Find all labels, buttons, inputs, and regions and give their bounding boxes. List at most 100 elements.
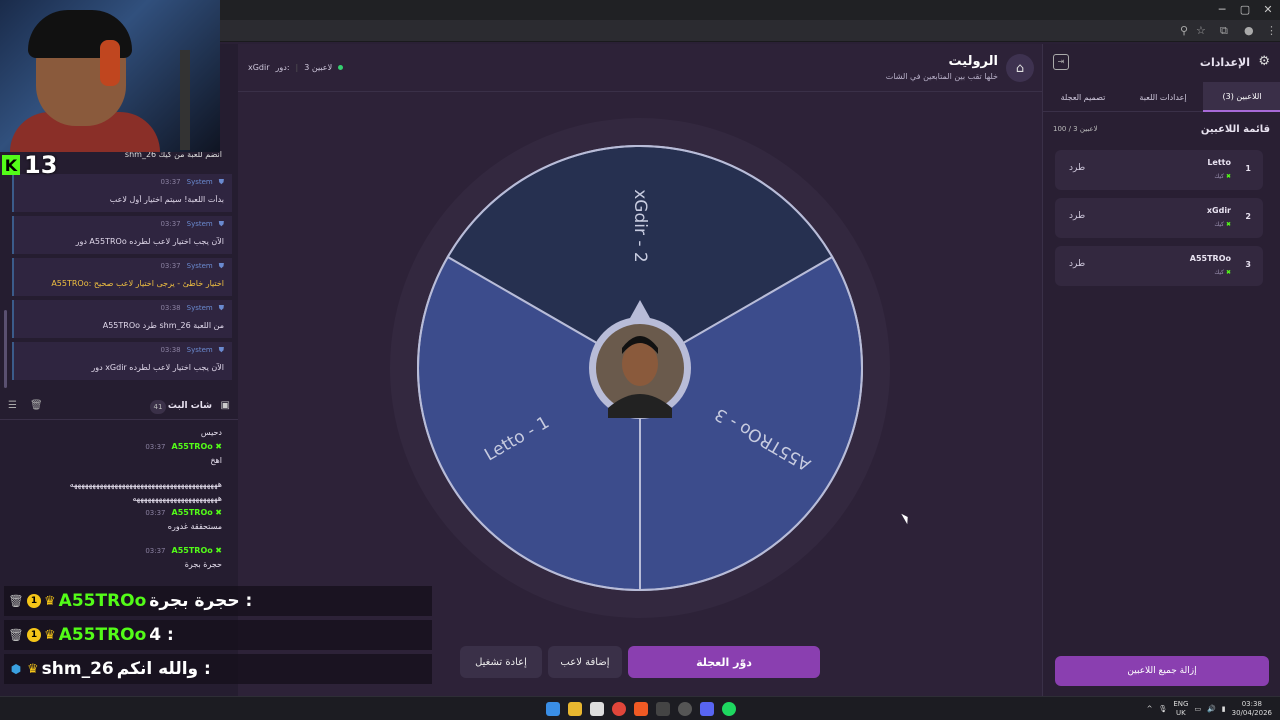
discord-icon[interactable] [700, 702, 714, 716]
chat-message-header: 03:37 A55TROo ✖ [145, 442, 222, 451]
gear-icon: ⚙ [1258, 54, 1270, 69]
chat-title: شات البث [167, 401, 212, 411]
platform-label: كيك [1214, 269, 1225, 276]
player-row: 2 xGdir كيك ✖ طرد [1055, 198, 1263, 238]
player-number: 3 [1245, 260, 1251, 269]
windows-taskbar: ^ 🎙 ENG UK ▭ 🔊 ▮ 03:38 30/04/2026 [0, 696, 1280, 720]
player-row: 3 A55TROo كيك ✖ طرد [1055, 246, 1263, 286]
filter-icon[interactable]: ☰ [8, 400, 17, 411]
github-icon[interactable] [678, 702, 692, 716]
overlay-message: حجرة بجرة : [149, 591, 253, 611]
players-list-title: قائمة اللاعبين [1200, 124, 1270, 135]
file-explorer-icon[interactable] [568, 702, 582, 716]
kick-badge-icon: ✖ [1225, 221, 1231, 228]
battery-icon[interactable]: ▮ [1222, 705, 1226, 713]
message-text: بدأت اللعبة! سيتم اختيار أول لاعب [109, 195, 224, 204]
message-author: System [186, 346, 213, 354]
kick-player-button[interactable]: طرد [1069, 163, 1085, 173]
close-window-button[interactable]: ✕ [1258, 3, 1278, 16]
kick-player-button[interactable]: طرد [1069, 259, 1085, 269]
overlay-message: والله انكم : [116, 659, 211, 679]
minimize-button[interactable]: ─ [1212, 3, 1232, 16]
chevron-up-icon[interactable]: ^ [1147, 705, 1153, 713]
platform-label: كيك [1214, 221, 1225, 228]
store-icon[interactable] [590, 702, 604, 716]
kick-player-button[interactable]: طرد [1069, 211, 1085, 221]
turn-label: دور: [275, 63, 290, 72]
overlay-message: 4 : [149, 625, 174, 645]
chat-username[interactable]: A55TROo [172, 546, 213, 555]
mic-icon[interactable]: 🎙 [1158, 705, 1167, 713]
volume-icon[interactable]: 🔊 [1207, 705, 1216, 713]
tab-players[interactable]: اللاعبين (3) [1203, 82, 1280, 112]
network-icon[interactable]: ▭ [1194, 705, 1201, 713]
chat-message-text: هههههههههههههههههههههههه [132, 494, 222, 503]
obs-icon[interactable] [656, 702, 670, 716]
shield-icon: ⛊ [218, 220, 224, 228]
spotify-icon[interactable] [722, 702, 736, 716]
message-time: 03:37 [160, 262, 181, 270]
clock-time: 03:38 [1241, 700, 1262, 708]
clock[interactable]: 03:38 30/04/2026 [1232, 700, 1272, 718]
tab-game-settings[interactable]: إعدادات اللعبة [1123, 82, 1203, 112]
wheel-segment-label: xGdir - 2 [630, 189, 650, 263]
tab-wheel-design[interactable]: تصميم العجلة [1043, 82, 1123, 112]
kick-badge-icon: ✖ [1225, 173, 1231, 180]
settings-tabs: اللاعبين (3) إعدادات اللعبة تصميم العجلة [1043, 82, 1280, 112]
game-status: xGdir دور: | 3 لاعبين [248, 63, 344, 72]
chat-time: 03:37 [145, 509, 166, 517]
chat-scrollbar[interactable] [4, 310, 7, 388]
brave-icon[interactable] [634, 702, 648, 716]
player-name: xGdir [1206, 206, 1231, 215]
shield-icon: ⛊ [218, 178, 224, 186]
crown-icon: ♛ [44, 627, 56, 643]
player-row: 1 Letto كيك ✖ طرد [1055, 150, 1263, 190]
profile-icon[interactable]: ● [1244, 24, 1254, 37]
start-icon[interactable] [546, 702, 560, 716]
trash-icon[interactable]: 🗑 [30, 400, 43, 411]
language-indicator[interactable]: ENG UK [1173, 700, 1188, 718]
add-player-button[interactable]: إضافة لاعب [548, 646, 622, 678]
chat-message-text: دحيس [200, 428, 222, 437]
system-message: 03:37 System ⛊ دور A55TROo الآن يجب اختيار … [12, 216, 232, 254]
home-button[interactable]: ⌂ [1006, 54, 1034, 82]
avatar-face [622, 342, 658, 386]
overlay-username: A55TROo [58, 625, 147, 645]
kick-badge-icon: ✖ [1225, 269, 1231, 276]
players-count: 3 لاعبين [304, 63, 333, 72]
crown-icon: ♛ [27, 661, 39, 677]
headset-icon [100, 40, 120, 86]
lang-code: ENG [1173, 700, 1189, 708]
lang-region: UK [1176, 709, 1186, 717]
maximize-button[interactable]: ▢ [1235, 3, 1255, 16]
spin-wheel-button[interactable]: دوّر العجلة [628, 646, 820, 678]
extensions-icon[interactable]: ⧉ [1220, 24, 1228, 38]
webcam-overlay [0, 0, 220, 152]
star-icon[interactable]: ☆ [1196, 24, 1206, 37]
trash-icon: 🗑 [8, 628, 24, 642]
chat-username[interactable]: A55TROo [172, 508, 213, 517]
roulette-wheel[interactable]: xGdir - 2 A55TROo - 3 Letto - 1 [390, 118, 890, 618]
chrome-icon[interactable] [612, 702, 626, 716]
settings-panel: ⇥ الإعدادات ⚙ اللاعبين (3) إعدادات اللعب… [1042, 44, 1280, 696]
menu-icon[interactable]: ⋮ [1266, 24, 1277, 37]
chat-message-text: مستحققة غدوره [167, 522, 222, 531]
message-author: System [186, 262, 213, 270]
online-dot-icon [338, 65, 344, 70]
trash-icon: 🗑 [8, 594, 24, 608]
collapse-panel-icon[interactable]: ⇥ [1053, 54, 1069, 70]
badge-1-icon: 1 [27, 628, 41, 642]
crown-icon: ♛ [44, 593, 56, 609]
search-icon[interactable]: ⚲ [1180, 24, 1188, 37]
chat-username[interactable]: A55TROo [172, 442, 213, 451]
kick-follower-counter: K 13 [2, 150, 57, 180]
shield-icon: ⛊ [218, 262, 224, 270]
cube-icon: ⬢ [10, 662, 22, 676]
follower-count: 13 [24, 151, 58, 179]
restart-button[interactable]: إعادة تشغيل [460, 646, 542, 678]
page-title: الروليت [948, 54, 998, 69]
remove-all-players-button[interactable]: إزالة جميع اللاعبين [1055, 656, 1269, 686]
chat-time: 03:37 [145, 443, 166, 451]
player-number: 1 [1245, 164, 1251, 173]
chat-message-header: 03:37 A55TROo ✖ [145, 546, 222, 555]
